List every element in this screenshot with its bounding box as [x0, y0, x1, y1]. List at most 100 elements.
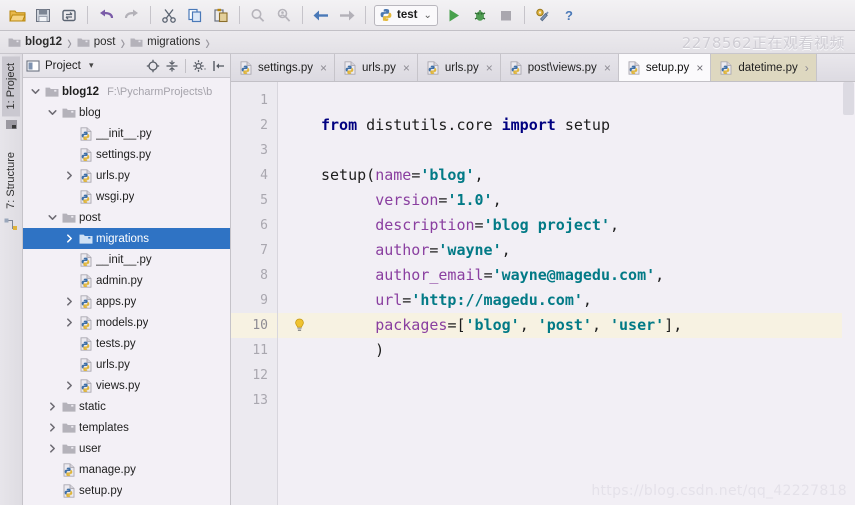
help-icon[interactable]: ?: [556, 3, 582, 28]
python-file-icon: [79, 378, 93, 393]
tree-twisty-collapsed[interactable]: [63, 381, 76, 390]
tree-item-post[interactable]: post: [23, 207, 230, 228]
tree-item-templates[interactable]: templates: [23, 417, 230, 438]
code-editor[interactable]: 1 2 3 4 5 6 7 8 9 10 11 12 13 from distutils.core im…: [231, 82, 855, 505]
python-file-icon: [628, 60, 640, 75]
chevron-down-icon[interactable]: [48, 108, 57, 117]
editor-tab-post-views-py[interactable]: post\views.py ×: [500, 54, 619, 81]
close-icon[interactable]: ›: [805, 61, 809, 75]
tree-item-label: models.py: [96, 316, 149, 329]
project-title-chevron-down-icon[interactable]: ▾: [83, 57, 100, 75]
tree-item-static[interactable]: static: [23, 396, 230, 417]
tree-twisty-collapsed[interactable]: [46, 402, 59, 411]
tree-item---init---py[interactable]: __init__.py: [23, 123, 230, 144]
chevron-down-icon[interactable]: [48, 213, 57, 222]
save-all-icon[interactable]: [30, 3, 56, 28]
tree-twisty-collapsed[interactable]: [63, 234, 76, 243]
editor-tab-urls-py[interactable]: urls.py ×: [417, 54, 501, 81]
run-icon[interactable]: [441, 3, 467, 28]
chevron-right-icon[interactable]: [65, 171, 74, 180]
tree-twisty-expanded[interactable]: [29, 87, 42, 96]
breadcrumb-item-blog12[interactable]: blog12: [8, 36, 64, 48]
tree-item-migrations[interactable]: migrations: [23, 228, 230, 249]
locate-target-icon[interactable]: [144, 57, 161, 75]
intention-gutter[interactable]: [278, 82, 320, 505]
breadcrumb-item-post[interactable]: post: [77, 36, 118, 48]
tree-twisty-expanded[interactable]: [46, 213, 59, 222]
editor-tab-urls-py[interactable]: urls.py ×: [335, 54, 418, 81]
close-icon[interactable]: ×: [486, 61, 493, 75]
tree-item-user[interactable]: user: [23, 438, 230, 459]
chevron-right-icon[interactable]: [65, 381, 74, 390]
chevron-right-icon[interactable]: [65, 234, 74, 243]
run-configuration-selector[interactable]: test ⌄: [374, 4, 438, 26]
forward-icon[interactable]: [334, 3, 360, 28]
editor-tab-settings-py[interactable]: settings.py ×: [231, 54, 335, 81]
tree-item-setup-py[interactable]: setup.py: [23, 480, 230, 501]
editor-tab-setup-py[interactable]: setup.py ×: [618, 54, 712, 81]
tree-item-tests-py[interactable]: tests.py: [23, 333, 230, 354]
editor-tab-label: urls.py: [362, 61, 396, 74]
tree-twisty-collapsed[interactable]: [63, 171, 76, 180]
tree-twisty-expanded[interactable]: [46, 108, 59, 117]
hide-panel-icon[interactable]: [210, 57, 227, 75]
tool-tab-project[interactable]: 1: Project: [2, 56, 20, 117]
chevron-right-icon[interactable]: [48, 402, 57, 411]
chevron-right-icon[interactable]: [65, 318, 74, 327]
paste-icon[interactable]: [208, 3, 234, 28]
back-icon[interactable]: [308, 3, 334, 28]
collapse-all-icon[interactable]: [163, 57, 180, 75]
gear-icon[interactable]: [191, 57, 208, 75]
tree-twisty-collapsed[interactable]: [46, 444, 59, 453]
python-file-icon: [79, 357, 93, 372]
editor-vertical-scrollbar[interactable]: [842, 82, 855, 505]
lightbulb-icon[interactable]: [278, 313, 320, 338]
tree-item-wsgi-py[interactable]: wsgi.py: [23, 186, 230, 207]
python-file-icon: [720, 60, 732, 75]
tree-item-views-py[interactable]: views.py: [23, 375, 230, 396]
tree-twisty-collapsed[interactable]: [63, 297, 76, 306]
chevron-right-icon[interactable]: [48, 423, 57, 432]
debug-icon[interactable]: [467, 3, 493, 28]
close-icon[interactable]: ×: [696, 61, 703, 75]
editor-tab-datetime-py[interactable]: datetime.py ›: [711, 54, 817, 81]
tree-twisty-collapsed[interactable]: [46, 423, 59, 432]
sync-icon[interactable]: [56, 3, 82, 28]
tree-item-admin-py[interactable]: admin.py: [23, 270, 230, 291]
find-usages-icon[interactable]: [271, 3, 297, 28]
stop-icon[interactable]: [493, 3, 519, 28]
tree-item-apps-py[interactable]: apps.py: [23, 291, 230, 312]
find-icon[interactable]: [245, 3, 271, 28]
tree-item-label: setup.py: [79, 484, 123, 497]
code-token: 'post': [537, 316, 592, 334]
tree-twisty-collapsed[interactable]: [63, 318, 76, 327]
code-token: ): [321, 341, 385, 359]
tree-item-models-py[interactable]: models.py: [23, 312, 230, 333]
editor-area: settings.py × urls.py × urls.py × post\view…: [231, 54, 855, 505]
scrollbar-thumb[interactable]: [843, 82, 854, 115]
redo-icon[interactable]: [119, 3, 145, 28]
tree-item-blog[interactable]: blog: [23, 102, 230, 123]
tree-item-manage-py[interactable]: manage.py: [23, 459, 230, 480]
close-icon[interactable]: ×: [604, 61, 611, 75]
undo-icon[interactable]: [93, 3, 119, 28]
tool-tab-structure[interactable]: 7: Structure: [2, 145, 20, 216]
settings-wrench-icon[interactable]: [530, 3, 556, 28]
tree-item-blog12[interactable]: blog12 F:\PycharmProjects\b: [23, 81, 230, 102]
close-icon[interactable]: ×: [403, 61, 410, 75]
project-tree[interactable]: blog12 F:\PycharmProjects\b blog __init__…: [23, 78, 230, 505]
code-token: author: [375, 241, 430, 259]
code-content[interactable]: from distutils.core import setup setup(n…: [320, 82, 855, 505]
close-icon[interactable]: ×: [320, 61, 327, 75]
chevron-right-icon[interactable]: [48, 444, 57, 453]
tree-item-settings-py[interactable]: settings.py: [23, 144, 230, 165]
chevron-down-icon[interactable]: [31, 87, 40, 96]
chevron-right-icon[interactable]: [65, 297, 74, 306]
cut-icon[interactable]: [156, 3, 182, 28]
tree-item---init---py[interactable]: __init__.py: [23, 249, 230, 270]
tree-item-urls-py[interactable]: urls.py: [23, 165, 230, 186]
copy-icon[interactable]: [182, 3, 208, 28]
tree-item-urls-py[interactable]: urls.py: [23, 354, 230, 375]
open-folder-icon[interactable]: [4, 3, 30, 28]
breadcrumb-item-migrations[interactable]: migrations: [130, 36, 202, 48]
